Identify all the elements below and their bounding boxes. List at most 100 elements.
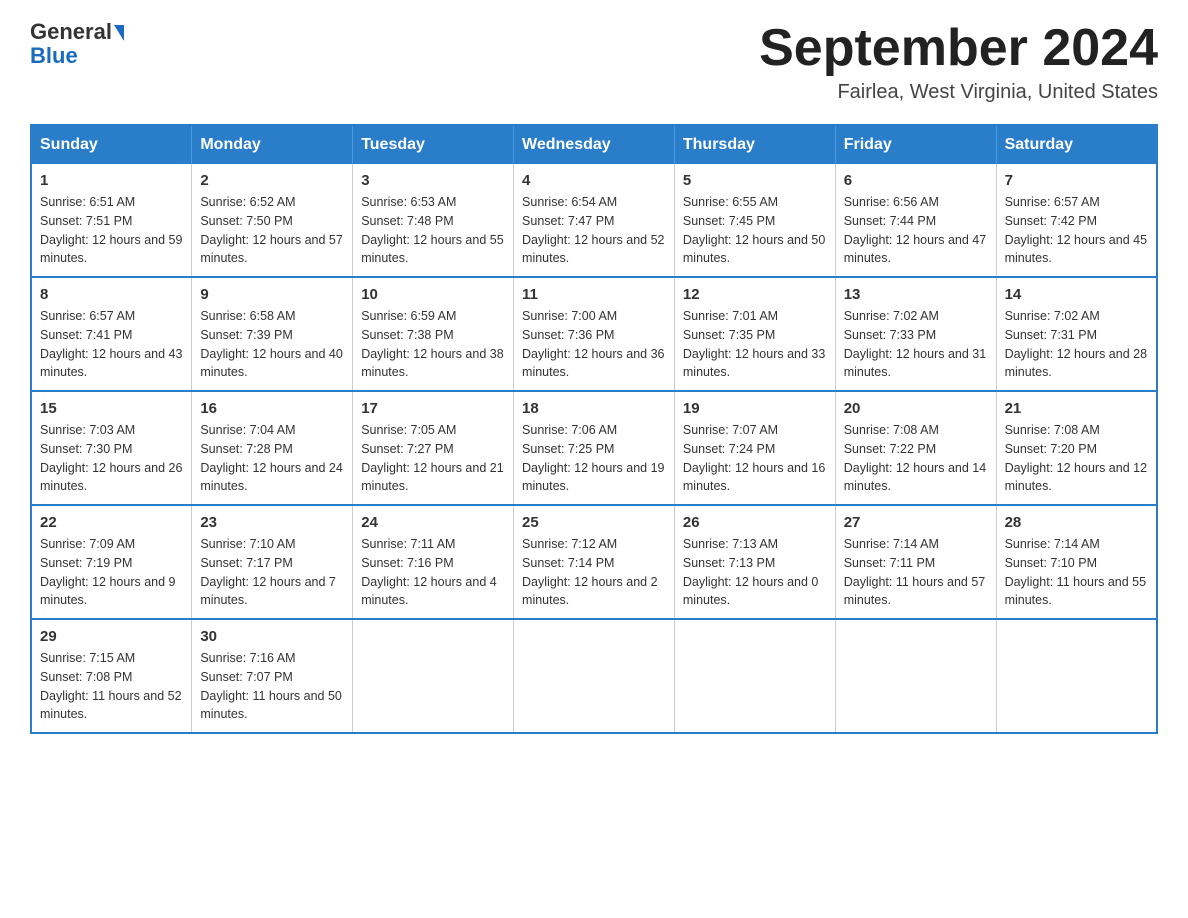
day-info: Sunrise: 7:09 AMSunset: 7:19 PMDaylight:… bbox=[40, 535, 183, 610]
calendar-cell: 10Sunrise: 6:59 AMSunset: 7:38 PMDayligh… bbox=[353, 277, 514, 391]
calendar-week-row: 1 Sunrise: 6:51 AMSunset: 7:51 PMDaylight… bbox=[31, 164, 1157, 277]
calendar-week-row: 15 Sunrise: 7:03 AMSunset: 7:30 PMDayligh… bbox=[31, 391, 1157, 505]
day-info: Sunrise: 7:03 AMSunset: 7:30 PMDaylight:… bbox=[40, 421, 183, 496]
day-info: Sunrise: 6:56 AMSunset: 7:44 PMDaylight:… bbox=[844, 193, 988, 268]
day-number: 21 bbox=[1005, 400, 1148, 417]
calendar-cell: 8Sunrise: 6:57 AMSunset: 7:41 PMDaylight… bbox=[31, 277, 192, 391]
day-info: Sunrise: 7:01 AMSunset: 7:35 PMDaylight:… bbox=[683, 307, 827, 382]
day-info: Sunrise: 7:13 AMSunset: 7:13 PMDaylight:… bbox=[683, 535, 827, 610]
calendar-cell: 20Sunrise: 7:08 AMSunset: 7:22 PMDayligh… bbox=[835, 391, 996, 505]
day-number: 25 bbox=[522, 514, 666, 531]
day-info: Sunrise: 7:12 AMSunset: 7:14 PMDaylight:… bbox=[522, 535, 666, 610]
calendar-cell: 28Sunrise: 7:14 AMSunset: 7:10 PMDayligh… bbox=[996, 505, 1157, 619]
calendar-cell: 6 Sunrise: 6:56 AMSunset: 7:44 PMDaylight… bbox=[835, 164, 996, 277]
col-header-thursday: Thursday bbox=[674, 125, 835, 164]
calendar-cell bbox=[674, 619, 835, 733]
day-info: Sunrise: 7:00 AMSunset: 7:36 PMDaylight:… bbox=[522, 307, 666, 382]
day-number: 23 bbox=[200, 514, 344, 531]
day-number: 27 bbox=[844, 514, 988, 531]
calendar-cell: 5 Sunrise: 6:55 AMSunset: 7:45 PMDaylight… bbox=[674, 164, 835, 277]
calendar-cell: 24 Sunrise: 7:11 AMSunset: 7:16 PMDayligh… bbox=[353, 505, 514, 619]
day-number: 3 bbox=[361, 172, 505, 189]
calendar-cell: 30 Sunrise: 7:16 AMSunset: 7:07 PMDayligh… bbox=[192, 619, 353, 733]
col-header-sunday: Sunday bbox=[31, 125, 192, 164]
day-number: 24 bbox=[361, 514, 505, 531]
calendar-cell: 3Sunrise: 6:53 AMSunset: 7:48 PMDaylight… bbox=[353, 164, 514, 277]
day-info: Sunrise: 7:14 AMSunset: 7:10 PMDaylight:… bbox=[1005, 535, 1148, 610]
calendar-cell: 9 Sunrise: 6:58 AMSunset: 7:39 PMDaylight… bbox=[192, 277, 353, 391]
calendar-cell: 2 Sunrise: 6:52 AMSunset: 7:50 PMDaylight… bbox=[192, 164, 353, 277]
logo: GeneralBlue bbox=[30, 20, 124, 68]
day-info: Sunrise: 6:57 AMSunset: 7:42 PMDaylight:… bbox=[1005, 193, 1148, 268]
title-area: September 2024 Fairlea, West Virginia, U… bbox=[759, 20, 1158, 104]
calendar-cell: 15 Sunrise: 7:03 AMSunset: 7:30 PMDayligh… bbox=[31, 391, 192, 505]
day-info: Sunrise: 6:58 AMSunset: 7:39 PMDaylight:… bbox=[200, 307, 344, 382]
calendar-cell bbox=[996, 619, 1157, 733]
calendar-week-row: 22 Sunrise: 7:09 AMSunset: 7:19 PMDayligh… bbox=[31, 505, 1157, 619]
calendar-cell: 7 Sunrise: 6:57 AMSunset: 7:42 PMDaylight… bbox=[996, 164, 1157, 277]
logo-blue: Blue bbox=[30, 43, 78, 68]
day-info: Sunrise: 6:59 AMSunset: 7:38 PMDaylight:… bbox=[361, 307, 505, 382]
day-info: Sunrise: 7:16 AMSunset: 7:07 PMDaylight:… bbox=[200, 649, 344, 724]
day-number: 7 bbox=[1005, 172, 1148, 189]
day-info: Sunrise: 6:51 AMSunset: 7:51 PMDaylight:… bbox=[40, 193, 183, 268]
day-number: 5 bbox=[683, 172, 827, 189]
calendar-cell: 29 Sunrise: 7:15 AMSunset: 7:08 PMDayligh… bbox=[31, 619, 192, 733]
col-header-saturday: Saturday bbox=[996, 125, 1157, 164]
day-info: Sunrise: 7:06 AMSunset: 7:25 PMDaylight:… bbox=[522, 421, 666, 496]
calendar-cell: 25 Sunrise: 7:12 AMSunset: 7:14 PMDayligh… bbox=[514, 505, 675, 619]
day-number: 18 bbox=[522, 400, 666, 417]
day-number: 14 bbox=[1005, 286, 1148, 303]
calendar-cell: 11 Sunrise: 7:00 AMSunset: 7:36 PMDayligh… bbox=[514, 277, 675, 391]
day-info: Sunrise: 6:52 AMSunset: 7:50 PMDaylight:… bbox=[200, 193, 344, 268]
calendar-header-row: SundayMondayTuesdayWednesdayThursdayFrid… bbox=[31, 125, 1157, 164]
col-header-tuesday: Tuesday bbox=[353, 125, 514, 164]
day-number: 15 bbox=[40, 400, 183, 417]
calendar-cell bbox=[514, 619, 675, 733]
day-info: Sunrise: 6:57 AMSunset: 7:41 PMDaylight:… bbox=[40, 307, 183, 382]
logo-text: GeneralBlue bbox=[30, 20, 124, 68]
page-header: GeneralBlue September 2024 Fairlea, West… bbox=[30, 20, 1158, 104]
day-info: Sunrise: 7:10 AMSunset: 7:17 PMDaylight:… bbox=[200, 535, 344, 610]
day-number: 17 bbox=[361, 400, 505, 417]
day-info: Sunrise: 6:55 AMSunset: 7:45 PMDaylight:… bbox=[683, 193, 827, 268]
day-number: 2 bbox=[200, 172, 344, 189]
col-header-wednesday: Wednesday bbox=[514, 125, 675, 164]
day-number: 6 bbox=[844, 172, 988, 189]
logo-triangle-icon bbox=[114, 25, 124, 41]
calendar-cell: 22 Sunrise: 7:09 AMSunset: 7:19 PMDayligh… bbox=[31, 505, 192, 619]
calendar-cell: 18 Sunrise: 7:06 AMSunset: 7:25 PMDayligh… bbox=[514, 391, 675, 505]
day-number: 22 bbox=[40, 514, 183, 531]
day-info: Sunrise: 7:11 AMSunset: 7:16 PMDaylight:… bbox=[361, 535, 505, 610]
day-number: 12 bbox=[683, 286, 827, 303]
day-number: 1 bbox=[40, 172, 183, 189]
day-number: 29 bbox=[40, 628, 183, 645]
day-info: Sunrise: 7:04 AMSunset: 7:28 PMDaylight:… bbox=[200, 421, 344, 496]
calendar-cell: 14 Sunrise: 7:02 AMSunset: 7:31 PMDayligh… bbox=[996, 277, 1157, 391]
day-number: 4 bbox=[522, 172, 666, 189]
day-number: 20 bbox=[844, 400, 988, 417]
calendar-cell: 23 Sunrise: 7:10 AMSunset: 7:17 PMDayligh… bbox=[192, 505, 353, 619]
calendar-cell: 21Sunrise: 7:08 AMSunset: 7:20 PMDayligh… bbox=[996, 391, 1157, 505]
day-number: 13 bbox=[844, 286, 988, 303]
calendar-cell bbox=[353, 619, 514, 733]
calendar-table: SundayMondayTuesdayWednesdayThursdayFrid… bbox=[30, 124, 1158, 734]
day-info: Sunrise: 7:05 AMSunset: 7:27 PMDaylight:… bbox=[361, 421, 505, 496]
day-info: Sunrise: 7:02 AMSunset: 7:31 PMDaylight:… bbox=[1005, 307, 1148, 382]
calendar-cell: 13 Sunrise: 7:02 AMSunset: 7:33 PMDayligh… bbox=[835, 277, 996, 391]
calendar-week-row: 29 Sunrise: 7:15 AMSunset: 7:08 PMDayligh… bbox=[31, 619, 1157, 733]
day-number: 19 bbox=[683, 400, 827, 417]
calendar-cell: 16 Sunrise: 7:04 AMSunset: 7:28 PMDayligh… bbox=[192, 391, 353, 505]
day-info: Sunrise: 7:02 AMSunset: 7:33 PMDaylight:… bbox=[844, 307, 988, 382]
calendar-cell: 26 Sunrise: 7:13 AMSunset: 7:13 PMDayligh… bbox=[674, 505, 835, 619]
day-number: 30 bbox=[200, 628, 344, 645]
calendar-cell bbox=[835, 619, 996, 733]
day-number: 11 bbox=[522, 286, 666, 303]
location-subtitle: Fairlea, West Virginia, United States bbox=[759, 81, 1158, 104]
calendar-cell: 1 Sunrise: 6:51 AMSunset: 7:51 PMDaylight… bbox=[31, 164, 192, 277]
day-info: Sunrise: 7:15 AMSunset: 7:08 PMDaylight:… bbox=[40, 649, 183, 724]
day-number: 9 bbox=[200, 286, 344, 303]
day-number: 16 bbox=[200, 400, 344, 417]
calendar-cell: 17 Sunrise: 7:05 AMSunset: 7:27 PMDayligh… bbox=[353, 391, 514, 505]
day-number: 26 bbox=[683, 514, 827, 531]
